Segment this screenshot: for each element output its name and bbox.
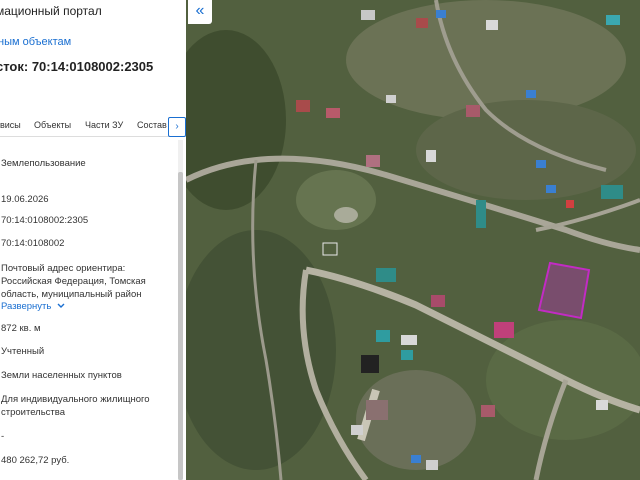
portal-title: мационный портал: [0, 4, 102, 18]
address-value: Почтовый адрес ориентира: Российская Фед…: [1, 263, 146, 300]
map-imagery: [186, 0, 640, 480]
date-value: 19.06.2026: [1, 194, 49, 205]
parcel-title: сток: 70:14:0108002:2305: [0, 59, 154, 74]
cadastral-value: 480 262,72 руб.: [1, 455, 70, 466]
status-value: Учтенный: [1, 346, 45, 357]
breadcrumb-link[interactable]: ным объектам: [0, 36, 71, 48]
chevron-down-icon: [57, 303, 65, 308]
double-chevron-left-icon: «: [195, 2, 205, 19]
expand-link[interactable]: Развернуть: [1, 301, 65, 312]
collapse-panel-button[interactable]: «: [188, 0, 212, 24]
scrollbar-thumb[interactable]: [178, 172, 183, 480]
category-value: Земли населенных пунктов: [1, 370, 122, 381]
land-use-value: Землепользование: [1, 158, 86, 169]
tab-bar: висы Объекты Части ЗУ Состав: [0, 116, 186, 137]
expand-label: Развернуть: [1, 301, 52, 312]
cadastral-number-value: 70:14:0108002:2305: [1, 215, 89, 226]
tab-next-button[interactable]: ›: [168, 117, 186, 137]
chevron-right-icon: ›: [175, 121, 179, 132]
permitted-use-value: Для индивидуального жилищного строительс…: [1, 394, 150, 418]
quarter-value: 70:14:0108002: [1, 238, 65, 249]
empty-field-dash: -: [1, 431, 5, 442]
area-value: 872 кв. м: [1, 323, 41, 334]
tab-services[interactable]: висы: [0, 120, 21, 130]
tab-objects[interactable]: Объекты: [34, 120, 71, 130]
tab-parts[interactable]: Части ЗУ: [85, 120, 123, 130]
tab-composition[interactable]: Состав: [137, 120, 167, 130]
info-panel: мационный портал ным объектам сток: 70:1…: [0, 0, 186, 480]
satellite-map[interactable]: [186, 0, 640, 480]
